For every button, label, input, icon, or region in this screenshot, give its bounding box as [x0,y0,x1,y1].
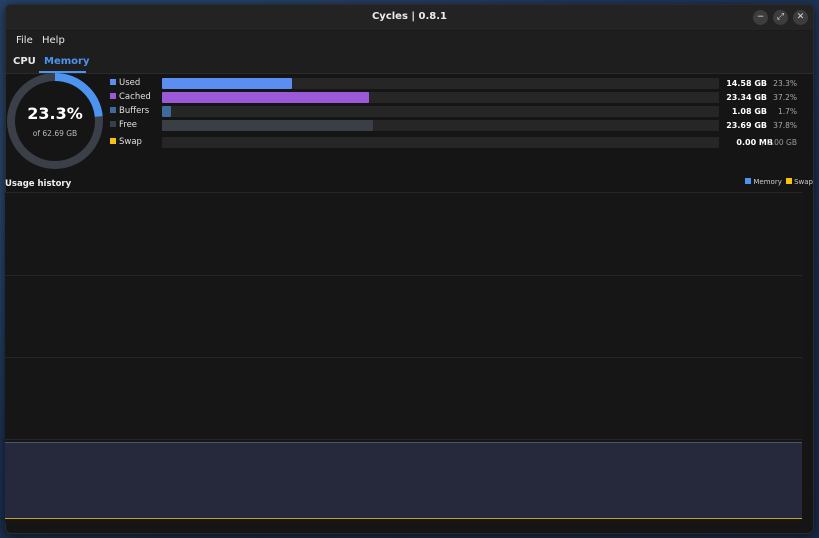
used-color-swatch [110,79,116,85]
close-icon: ✕ [796,12,805,22]
usage-bar-track [162,92,719,103]
row-percent: 37.8% [773,121,797,130]
row-label: Cached [119,92,151,102]
memory-usage-percent: 23.3% [27,104,83,123]
memory-total-label: of 62.69 GB [32,129,78,138]
usage-history-chart [5,192,802,523]
usage-bar-track [162,78,719,89]
grid-line [5,275,802,276]
minimize-icon: − [756,12,765,22]
swap-legend-swatch [786,178,793,184]
history-legend: Memory Swap [745,178,813,186]
row-percent: 23.3% [773,79,797,88]
memory-row-free: Free 23.69 GB 37.8% [110,120,805,132]
swap-color-swatch [110,138,116,144]
usage-bar-track [162,137,719,148]
row-value: 23.69 GB [726,121,767,130]
row-percent: 37.2% [773,93,797,102]
grid-line [5,439,802,440]
row-label: Used [119,78,141,88]
menu-file[interactable]: File [16,35,33,46]
buffers-color-swatch [110,107,116,113]
row-label: Swap [119,137,142,147]
swap-total: / 2.00 GB [762,138,797,147]
minimize-button[interactable]: − [753,10,768,25]
memory-legend-swatch [745,178,752,184]
close-button[interactable]: ✕ [793,10,808,25]
cached-color-swatch [110,93,116,99]
window-title: Cycles | 0.8.1 [371,11,448,22]
maximize-button[interactable]: ⤢ [773,10,788,25]
memory-row-buffers: Buffers 1.08 GB 1.7% [110,106,805,118]
swap-legend-label: Swap [794,178,813,186]
row-label: Buffers [119,106,150,116]
usage-bar-track [162,120,719,131]
memory-row-swap: Swap 0.00 MB / 2.00 GB [110,137,805,149]
row-percent: 1.7% [777,107,797,116]
memory-row-cached: Cached 23.34 GB 37.2% [110,92,805,104]
buffers-bar-fill [162,106,172,117]
maximize-icon: ⤢ [776,12,785,22]
menu-help[interactable]: Help [42,35,65,46]
memory-legend-label: Memory [753,178,782,186]
title-bar[interactable]: Cycles | 0.8.1 − ⤢ ✕ [6,5,813,31]
menu-bar: File Help [6,31,813,51]
row-value: 14.58 GB [726,79,767,88]
memory-row-used: Used 14.58 GB 23.3% [110,78,805,90]
usage-bar-track [162,106,719,117]
memory-history-area [5,442,802,519]
tab-memory[interactable]: Memory [44,56,89,67]
usage-history-title: Usage history [5,179,72,189]
row-value: 23.34 GB [726,93,767,102]
cached-bar-fill [162,92,370,103]
row-label: Free [119,120,138,130]
free-bar-fill [162,120,373,131]
swap-history-line [5,518,802,519]
tab-cpu[interactable]: CPU [13,56,36,67]
tab-bar: CPU Memory [6,51,813,74]
grid-line [5,357,802,358]
free-color-swatch [110,121,116,127]
used-bar-fill [162,78,292,89]
row-value: 1.08 GB [731,107,767,116]
